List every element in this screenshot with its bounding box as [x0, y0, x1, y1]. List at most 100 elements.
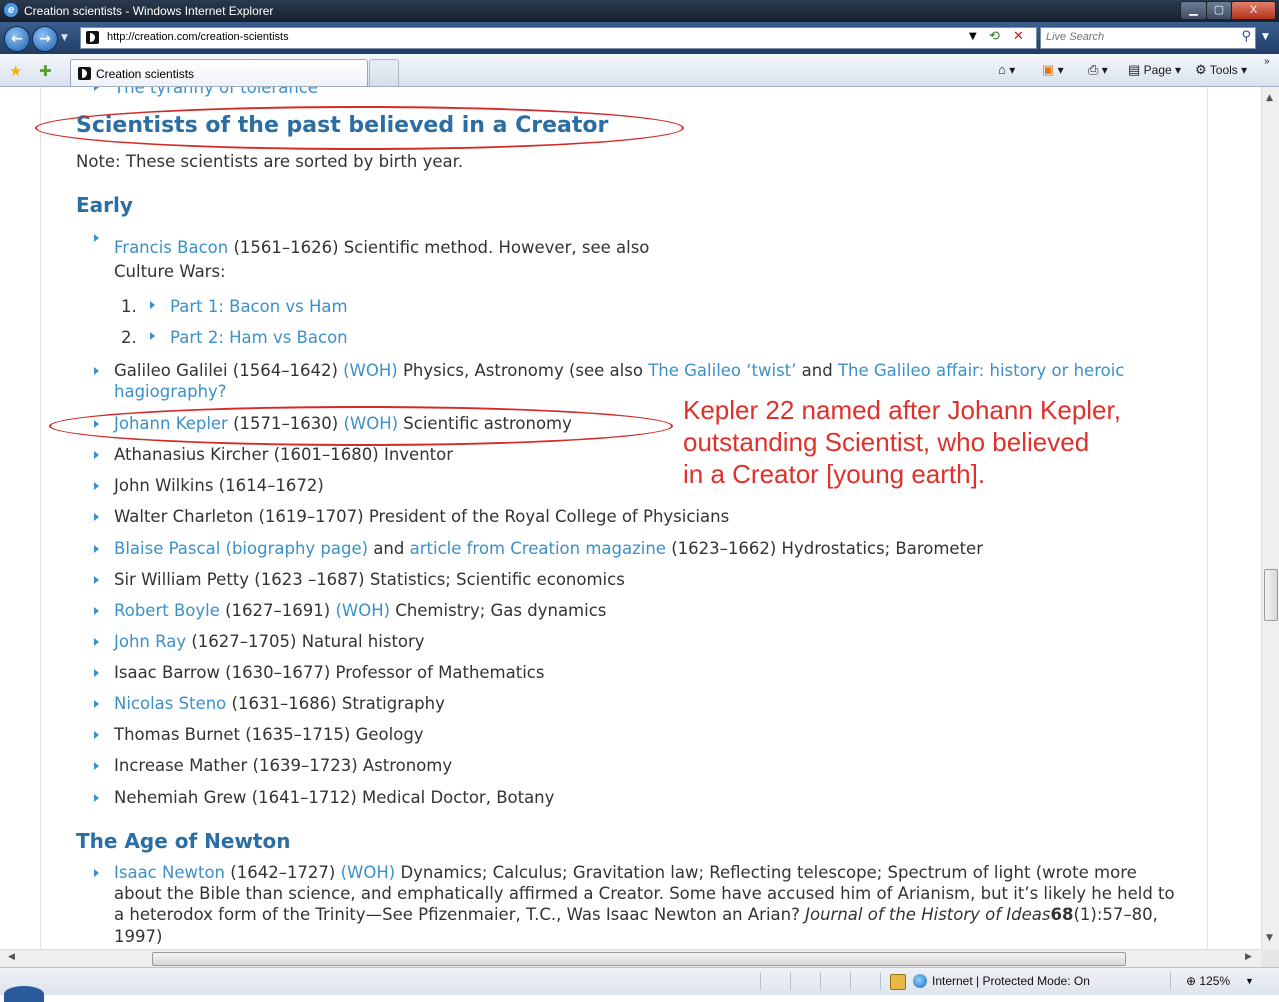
- recent-pages-dropdown-icon[interactable]: ▼: [61, 33, 68, 43]
- list-item-mather: Increase Mather (1639–1723) Astronomy: [114, 756, 453, 775]
- woh-link[interactable]: (WOH): [341, 863, 396, 882]
- bullet-icon: [150, 301, 155, 309]
- status-divider: [790, 972, 791, 990]
- link-galileo-affair-cont[interactable]: hagiography?: [114, 382, 227, 401]
- search-options-dropdown-icon[interactable]: ▼: [1262, 32, 1269, 42]
- annotation-line-2: outstanding Scientist, who believed: [683, 427, 1090, 457]
- link-part-2[interactable]: Part 2: Ham vs Bacon: [170, 328, 348, 347]
- back-button[interactable]: ←: [4, 26, 30, 52]
- status-divider: [760, 972, 761, 990]
- scroll-right-icon[interactable]: ▶: [1245, 952, 1252, 962]
- feeds-icon[interactable]: ▣ ▾: [1042, 62, 1064, 78]
- globe-icon: [913, 974, 927, 988]
- woh-link[interactable]: (WOH): [335, 601, 390, 620]
- new-tab-button[interactable]: [369, 59, 399, 86]
- scroll-down-icon[interactable]: ▼: [1266, 933, 1273, 943]
- refresh-icon[interactable]: ⟲: [989, 29, 1000, 44]
- page-icon: ▤: [1128, 62, 1141, 77]
- stop-icon[interactable]: ✕: [1013, 29, 1024, 44]
- annotation-line-3: in a Creator [young earth].: [683, 459, 986, 489]
- zoom-icon: ⊕: [1186, 974, 1197, 988]
- link-galileo-twist[interactable]: The Galileo ‘twist’: [648, 361, 796, 380]
- link-blaise-pascal[interactable]: Blaise Pascal (biography page): [114, 539, 368, 558]
- list-item-boyle: Robert Boyle (1627–1691) (WOH) Chemistry…: [114, 601, 607, 620]
- zoom-level[interactable]: ⊕ 125%: [1186, 974, 1230, 988]
- bullet-icon: [94, 545, 99, 553]
- bullet-icon: [94, 700, 99, 708]
- bullet-icon: [94, 607, 99, 615]
- bullet-icon: [94, 869, 99, 877]
- forward-button[interactable]: →: [32, 26, 58, 52]
- status-divider: [850, 972, 851, 990]
- link-nicolas-steno[interactable]: Nicolas Steno: [114, 694, 226, 713]
- link-isaac-newton[interactable]: Isaac Newton: [114, 863, 225, 882]
- status-divider: [820, 972, 821, 990]
- list-number: 1.: [121, 297, 137, 316]
- window-title: Creation scientists - Windows Internet E…: [24, 4, 274, 18]
- bullet-icon: [94, 367, 99, 375]
- tab-favicon-icon: [78, 67, 91, 80]
- bullet-icon: [150, 332, 155, 340]
- link-galileo-affair[interactable]: The Galileo affair: history or heroic: [838, 361, 1124, 380]
- address-field[interactable]: http://creation.com/creation-scientists …: [80, 27, 1037, 49]
- link-francis-bacon[interactable]: Francis Bacon: [114, 238, 228, 257]
- bullet-icon: [94, 234, 99, 242]
- tab-creation-scientists[interactable]: Creation scientists: [70, 59, 368, 86]
- woh-link[interactable]: (WOH): [343, 361, 398, 380]
- search-input[interactable]: [1044, 30, 1233, 44]
- search-field[interactable]: ⚲: [1040, 27, 1256, 49]
- protected-mode-icon[interactable]: [890, 974, 906, 990]
- bullet-icon: [94, 87, 99, 91]
- overflow-chevron-icon[interactable]: »: [1264, 56, 1270, 67]
- bullet-icon: [94, 513, 99, 521]
- status-bar: Internet | Protected Mode: On ⊕ 125% ▼: [0, 967, 1279, 995]
- list-item-grew: Nehemiah Grew (1641–1712) Medical Doctor…: [114, 788, 555, 807]
- list-item-burnet: Thomas Burnet (1635–1715) Geology: [114, 725, 424, 744]
- bacon-continuation: Culture Wars:: [114, 262, 226, 281]
- list-item-steno: Nicolas Steno (1631–1686) Stratigraphy: [114, 694, 445, 713]
- bullet-icon: [94, 794, 99, 802]
- window-title-bar: e Creation scientists - Windows Internet…: [0, 0, 1279, 22]
- favorites-star-icon[interactable]: ★: [9, 62, 22, 80]
- link-part-1[interactable]: Part 1: Bacon vs Ham: [170, 297, 348, 316]
- list-item-pascal: Blaise Pascal (biography page) and artic…: [114, 539, 983, 558]
- horizontal-scrollbar[interactable]: ◀ ▶: [0, 949, 1261, 968]
- page-menu[interactable]: ▤ Page ▾: [1128, 62, 1181, 78]
- link-robert-boyle[interactable]: Robert Boyle: [114, 601, 220, 620]
- scroll-left-icon[interactable]: ◀: [8, 952, 15, 962]
- minimize-button[interactable]: ▁: [1180, 1, 1207, 20]
- link-john-ray[interactable]: John Ray: [114, 632, 186, 651]
- start-button[interactable]: [4, 986, 44, 1002]
- search-icon[interactable]: ⚲: [1241, 29, 1251, 44]
- status-divider: [880, 972, 881, 990]
- close-button[interactable]: X: [1231, 1, 1276, 20]
- bullet-icon: [94, 638, 99, 646]
- status-divider: [1170, 972, 1171, 990]
- print-icon[interactable]: ⎙ ▾: [1088, 62, 1108, 78]
- scroll-up-icon[interactable]: ▲: [1266, 93, 1273, 103]
- newton-line-2: about the Bible than science, and emphat…: [114, 884, 1175, 903]
- site-favicon-icon: [86, 31, 99, 44]
- heading-highlight-ellipse: [35, 106, 684, 150]
- maximize-button[interactable]: ▢: [1206, 1, 1232, 20]
- bullet-icon: [94, 762, 99, 770]
- list-item-barrow: Isaac Barrow (1630–1677) Professor of Ma…: [114, 663, 545, 682]
- security-zone[interactable]: Internet | Protected Mode: On: [932, 974, 1090, 988]
- address-toolbar: ← → ▼ http://creation.com/creation-scien…: [0, 22, 1279, 54]
- bullet-icon: [94, 731, 99, 739]
- vertical-scroll-thumb[interactable]: [1264, 569, 1278, 621]
- address-dropdown-icon[interactable]: ▼: [969, 31, 977, 42]
- add-favorite-icon[interactable]: ✚: [39, 62, 52, 80]
- cut-off-link[interactable]: The tyranny of tolerance: [114, 87, 318, 97]
- annotation-line-1: Kepler 22 named after Johann Kepler,: [683, 395, 1121, 425]
- link-pascal-article[interactable]: article from Creation magazine: [410, 539, 666, 558]
- note-text: Note: These scientists are sorted by bir…: [76, 152, 464, 171]
- scrollbar-corner: [1261, 949, 1279, 967]
- tools-menu[interactable]: ⚙ Tools ▾: [1195, 62, 1247, 78]
- zoom-dropdown-icon[interactable]: ▼: [1245, 976, 1254, 986]
- horizontal-scroll-thumb[interactable]: [152, 952, 1126, 966]
- ie-logo-icon: e: [4, 3, 18, 17]
- home-icon[interactable]: ⌂ ▾: [998, 62, 1015, 77]
- address-url[interactable]: http://creation.com/creation-scientists: [107, 31, 289, 43]
- vertical-scrollbar[interactable]: ▲ ▼: [1261, 87, 1279, 949]
